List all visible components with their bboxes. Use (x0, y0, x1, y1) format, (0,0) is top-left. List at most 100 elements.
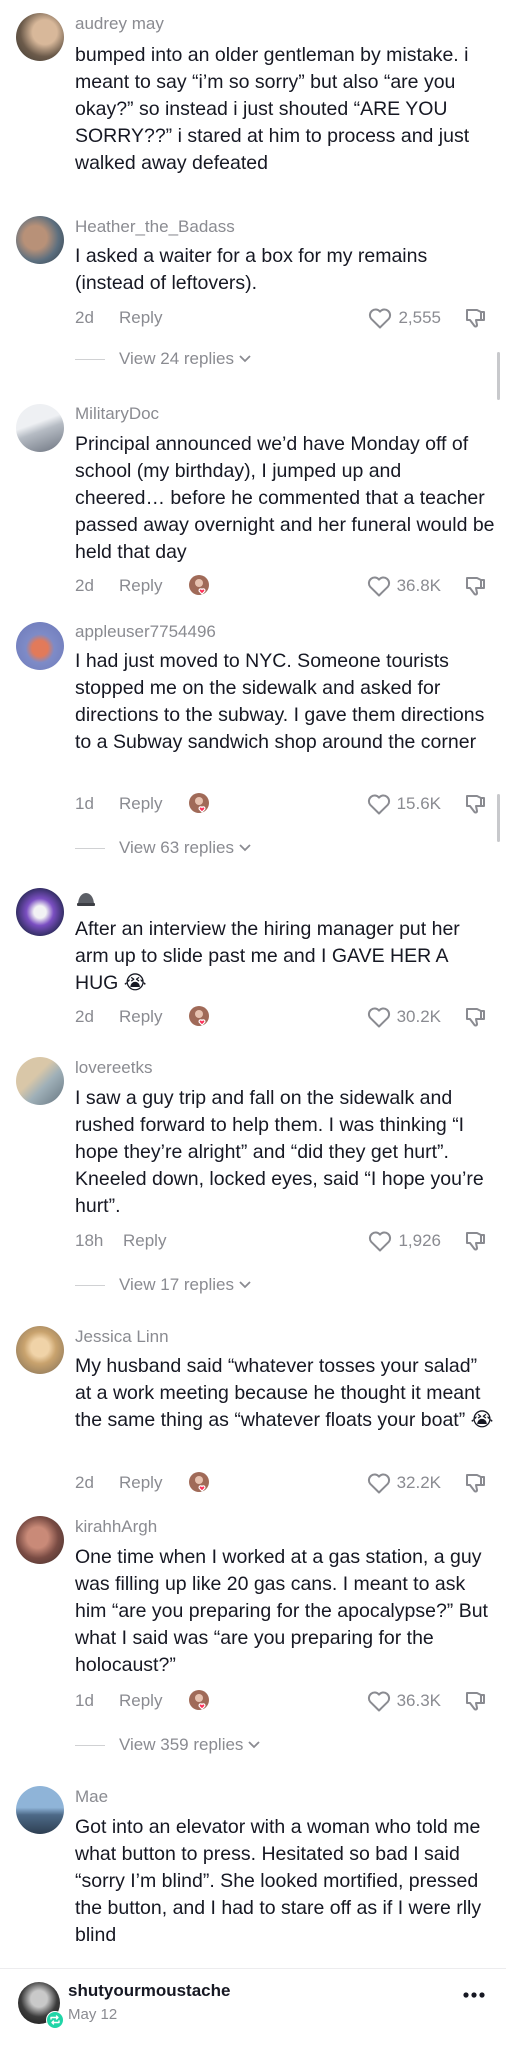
scrollbar[interactable] (497, 794, 500, 842)
view-replies-button[interactable]: View 17 replies (75, 1275, 251, 1295)
comment-username[interactable]: kirahhArgh (75, 1517, 157, 1537)
comment-date: 2d (75, 576, 94, 595)
avatar[interactable] (16, 13, 64, 61)
comment-meta: 18h Reply 1,926 (75, 1229, 495, 1253)
creator-liked-avatar-icon (188, 1689, 212, 1713)
like-count: 36.3K (396, 1691, 441, 1710)
like-group: 30.2K (367, 1005, 487, 1029)
reply-button[interactable]: Reply (123, 1231, 166, 1251)
heart-outline-icon[interactable] (367, 575, 391, 597)
comment-text: I had just moved to NYC. Someone tourist… (75, 650, 485, 753)
chevron-down-icon (239, 844, 251, 852)
reply-button[interactable]: Reply (119, 1691, 162, 1711)
comment-username[interactable]: Jessica Linn (75, 1327, 169, 1347)
comment-meta: 2d Reply 2,555 (75, 306, 495, 330)
like-group: 32.2K (367, 1471, 487, 1495)
comment-username[interactable]: Heather_the_Badass (75, 217, 235, 237)
divider (75, 358, 105, 360)
like-count: 1,926 (398, 1231, 441, 1250)
comment-text: Got into an elevator with a woman who to… (75, 1816, 482, 1946)
view-replies-button[interactable]: View 359 replies (75, 1735, 261, 1755)
heart-outline-icon[interactable] (367, 1472, 391, 1494)
reply-button[interactable]: Reply (119, 1007, 162, 1027)
avatar[interactable] (16, 404, 64, 452)
comment-date: 1d (75, 794, 94, 813)
comment-username[interactable]: Mae (75, 1787, 108, 1807)
view-replies-label: View 359 replies (119, 1735, 244, 1754)
comment-date: 2d (75, 308, 94, 327)
thumbs-down-icon[interactable] (463, 306, 487, 330)
comment-meta: 2d Reply 30.2K (75, 1005, 495, 1029)
view-replies-button[interactable]: View 24 replies (75, 349, 251, 369)
creator-liked-avatar-icon (188, 1005, 212, 1029)
thumbs-down-icon[interactable] (463, 1471, 487, 1495)
comment-date: 2d (75, 1007, 94, 1026)
comment-text: One time when I worked at a gas station,… (75, 1546, 488, 1676)
username-emoji-icon[interactable] (76, 892, 96, 906)
avatar[interactable] (16, 888, 64, 936)
avatar[interactable] (16, 1326, 64, 1374)
like-count: 30.2K (396, 1007, 441, 1026)
thumbs-down-icon[interactable] (463, 1229, 487, 1253)
like-count: 15.6K (396, 794, 441, 813)
like-group: 2,555 (368, 306, 487, 330)
like-count: 32.2K (396, 1473, 441, 1492)
reply-button[interactable]: Reply (119, 794, 162, 814)
like-group: 15.6K (367, 792, 487, 816)
comment-meta: 2d Reply 36.8K (75, 574, 495, 598)
comment-username[interactable]: appleuser7754496 (75, 622, 216, 642)
avatar[interactable] (16, 216, 64, 264)
comment-meta: 1d Reply 36.3K (75, 1689, 495, 1713)
avatar[interactable] (16, 1516, 64, 1564)
author-username[interactable]: shutyourmoustache (68, 1981, 230, 2001)
comment-text: Principal announced we’d have Monday off… (75, 433, 495, 563)
view-replies-button[interactable]: View 63 replies (75, 838, 251, 858)
view-replies-label: View 17 replies (119, 1275, 234, 1294)
scrollbar[interactable] (497, 352, 500, 400)
reply-button[interactable]: Reply (119, 308, 162, 328)
comment-date: 18h (75, 1231, 104, 1250)
comment-text: I saw a guy trip and fall on the sidewal… (75, 1087, 484, 1217)
like-group: 1,926 (368, 1229, 487, 1253)
like-group: 36.3K (367, 1689, 487, 1713)
comment-text: I asked a waiter for a box for my remain… (75, 245, 428, 294)
view-replies-label: View 63 replies (119, 838, 234, 857)
divider (75, 1744, 105, 1746)
repost-badge-icon (46, 2011, 64, 2029)
chevron-down-icon (239, 1281, 251, 1289)
thumbs-down-icon[interactable] (463, 1689, 487, 1713)
divider (75, 847, 105, 849)
heart-outline-icon[interactable] (367, 1006, 391, 1028)
heart-outline-icon[interactable] (367, 1690, 391, 1712)
comment-username[interactable]: MilitaryDoc (75, 404, 159, 424)
comment-date: 1d (75, 1691, 94, 1710)
heart-outline-icon[interactable] (368, 307, 392, 329)
reply-button[interactable]: Reply (119, 576, 162, 596)
comment-username[interactable]: lovereetks (75, 1058, 152, 1078)
heart-outline-icon[interactable] (368, 1230, 392, 1252)
like-count: 2,555 (398, 308, 441, 327)
avatar[interactable] (16, 1057, 64, 1105)
reply-button[interactable]: Reply (119, 1473, 162, 1493)
divider (75, 1284, 105, 1286)
comment-text: bumped into an older gentleman by mistak… (75, 44, 470, 174)
comment-date: 2d (75, 1473, 94, 1492)
avatar[interactable] (16, 622, 64, 670)
more-dots-icon[interactable] (462, 1991, 486, 1999)
like-count: 36.8K (396, 576, 441, 595)
thumbs-down-icon[interactable] (463, 574, 487, 598)
heart-outline-icon[interactable] (367, 793, 391, 815)
like-group: 36.8K (367, 574, 487, 598)
post-author-bar: shutyourmoustache May 12 (0, 1968, 506, 2048)
post-date: May 12 (68, 2006, 118, 2023)
thumbs-down-icon[interactable] (463, 792, 487, 816)
view-replies-label: View 24 replies (119, 349, 234, 368)
chevron-down-icon (248, 1741, 261, 1749)
comment-meta: 1d Reply 15.6K (75, 792, 495, 816)
comment-meta: 2d Reply 32.2K (75, 1471, 495, 1495)
avatar[interactable] (16, 1786, 64, 1834)
comment-username[interactable]: audrey may (75, 14, 164, 34)
creator-liked-avatar-icon (188, 792, 212, 816)
thumbs-down-icon[interactable] (463, 1005, 487, 1029)
creator-liked-avatar-icon (188, 574, 212, 598)
